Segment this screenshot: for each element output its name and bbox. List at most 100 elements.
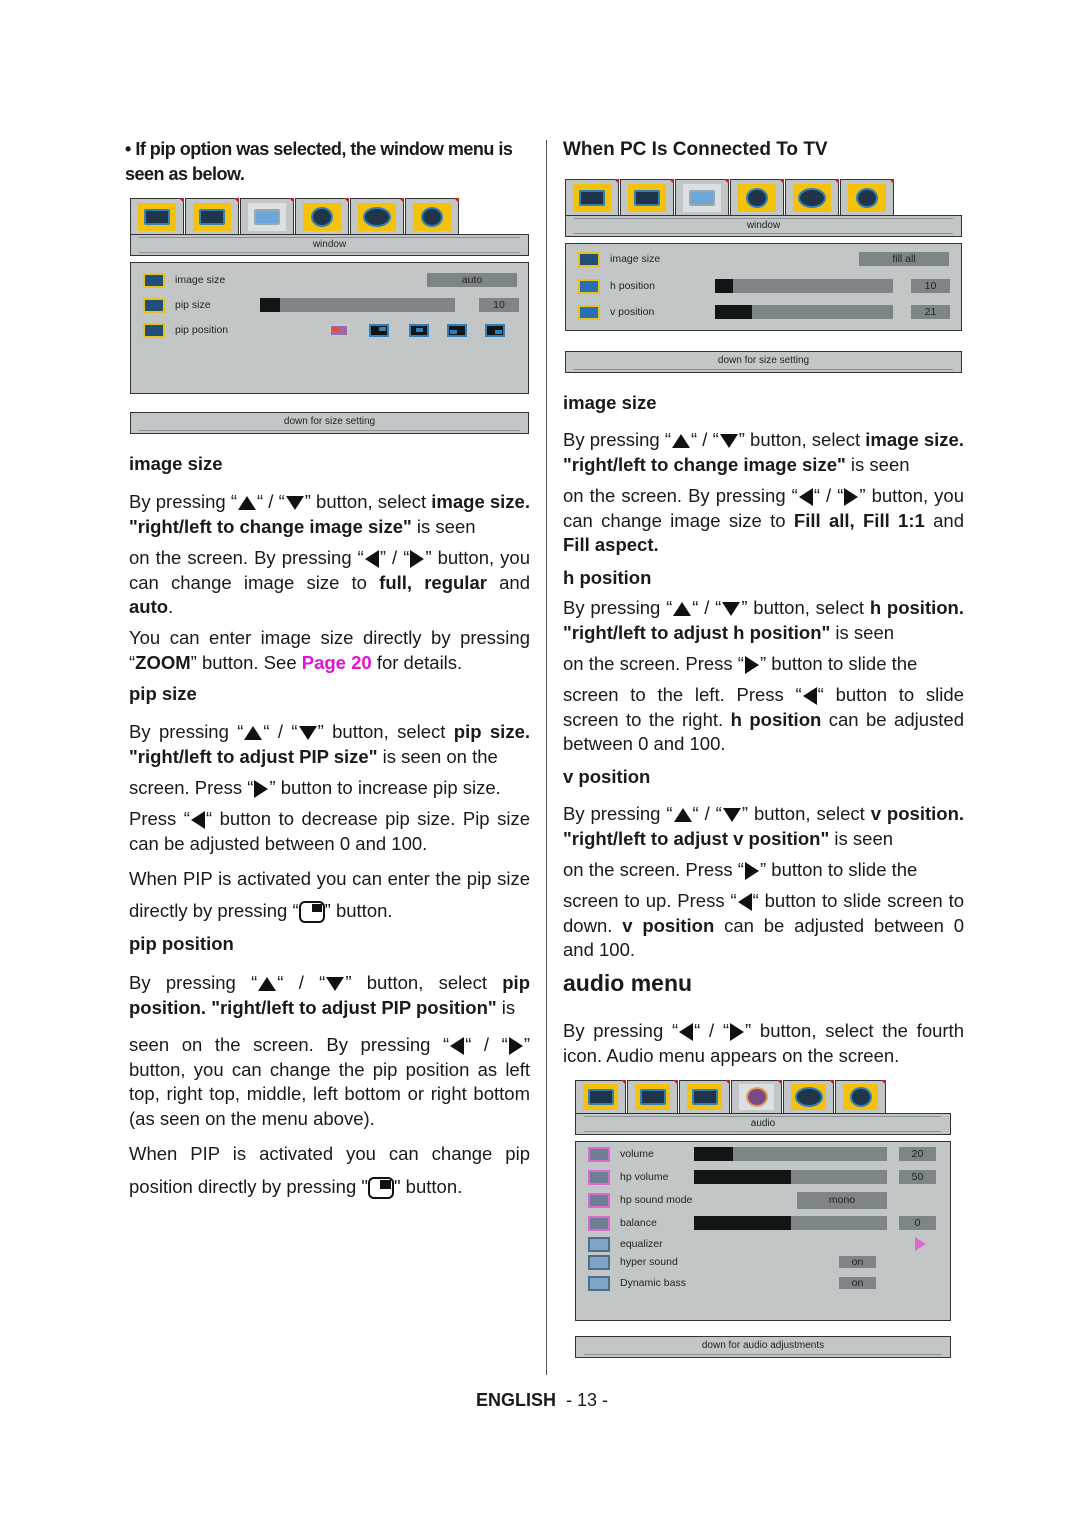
text-run: is seen — [829, 827, 894, 849]
right-arrow-icon — [508, 1037, 523, 1056]
row-label: balance — [620, 1217, 657, 1229]
tab-features[interactable] — [350, 198, 404, 234]
tab-pip[interactable] — [575, 1080, 626, 1113]
text-run: ” button, select — [317, 721, 454, 742]
features-icon — [798, 187, 826, 208]
pip-size-slider[interactable] — [260, 298, 455, 312]
tab-pip[interactable] — [130, 198, 184, 234]
right-arrow-icon — [730, 1023, 745, 1042]
left-arrow-icon — [802, 687, 817, 706]
tab-audio[interactable] — [295, 198, 349, 234]
pip-position-icon — [143, 322, 165, 338]
tab-audio[interactable] — [730, 179, 784, 215]
tab-install[interactable] — [840, 179, 894, 215]
h-position-paragraph-3: screen to the left. Press ““ button to s… — [563, 683, 964, 757]
section-heading-pip-position: pip position — [129, 933, 234, 954]
tab-window[interactable] — [675, 179, 729, 215]
pip-position-left-top[interactable] — [329, 323, 349, 337]
menu-row-pip-size[interactable]: pip size 10 — [131, 296, 528, 314]
section-heading-h-position: h position — [563, 567, 652, 588]
audio-paragraph-1: By pressing ““ / “” button, select the f… — [563, 1019, 964, 1068]
menu-row-image-size[interactable]: image size fill all — [566, 250, 961, 268]
menu-tabs — [565, 179, 962, 215]
text-run: on the screen. Press “ — [563, 859, 744, 880]
text-run: “ / “ — [692, 803, 722, 824]
right-arrow-icon — [254, 780, 269, 799]
text-run: ” button. — [324, 900, 393, 921]
menu-row-image-size[interactable]: image size auto — [131, 271, 528, 289]
section-heading-pip-size: pip size — [129, 683, 197, 704]
hp-sound-mode-value[interactable]: mono — [797, 1191, 887, 1209]
down-arrow-icon — [285, 496, 304, 511]
window-icon — [254, 208, 280, 225]
tab-install[interactable] — [835, 1080, 886, 1113]
menu-row-balance[interactable]: balance 0 — [576, 1214, 950, 1232]
text-run: on the screen. By pressing “ — [129, 547, 364, 568]
text-run: “ / “ — [263, 721, 298, 742]
tab-features[interactable] — [783, 1080, 834, 1113]
v-position-value: 21 — [911, 305, 950, 319]
tab-install[interactable] — [405, 198, 459, 234]
hyper-sound-value[interactable]: on — [839, 1256, 876, 1268]
slider-fill — [694, 1147, 733, 1161]
submenu-arrow-icon[interactable] — [915, 1237, 926, 1251]
pip-size-icon — [143, 297, 165, 313]
pip-position-left-bottom[interactable] — [447, 323, 467, 337]
pc-window-menu: window image size fill all h position 10… — [565, 179, 962, 373]
menu-row-hp-volume[interactable]: hp volume 50 — [576, 1168, 950, 1186]
text-run: “ / “ — [465, 1034, 508, 1055]
up-arrow-icon — [673, 808, 692, 823]
slider-fill — [694, 1216, 791, 1230]
section-heading-image-size: image size — [563, 392, 657, 413]
pip-position-right-bottom[interactable] — [485, 323, 505, 337]
text-run: ” / “ — [379, 547, 410, 568]
menu-row-volume[interactable]: volume 20 — [576, 1145, 950, 1163]
menu-row-v-position[interactable]: v position 21 — [566, 303, 961, 321]
menu-row-equalizer[interactable]: equalizer — [576, 1235, 950, 1253]
h-position-slider[interactable] — [715, 279, 893, 293]
row-label: h position — [610, 280, 655, 292]
equalizer-icon — [588, 1236, 610, 1252]
pip-position-right-top[interactable] — [369, 323, 389, 337]
v-position-slider[interactable] — [715, 305, 893, 319]
menu-row-h-position[interactable]: h position 10 — [566, 277, 961, 295]
balance-slider[interactable] — [694, 1216, 887, 1230]
text-run: By pressing “ — [563, 1020, 679, 1041]
pip-size-button-icon — [298, 901, 325, 924]
volume-slider[interactable] — [694, 1147, 887, 1161]
page-20-link[interactable]: Page 20 — [302, 652, 372, 673]
tab-pip[interactable] — [565, 179, 619, 215]
tab-screen[interactable] — [620, 179, 674, 215]
hp-volume-slider[interactable] — [694, 1170, 887, 1184]
menu-row-dynamic-bass[interactable]: Dynamic bass on — [576, 1274, 950, 1292]
row-label: pip size — [175, 299, 211, 311]
bold-text: auto — [129, 596, 169, 617]
row-label: hyper sound — [620, 1256, 678, 1268]
tab-screen[interactable] — [185, 198, 239, 234]
up-arrow-icon — [258, 977, 277, 992]
bold-text: full, regular — [379, 571, 487, 593]
slider-fill — [715, 279, 733, 293]
balance-value: 0 — [899, 1216, 936, 1230]
tab-screen[interactable] — [627, 1080, 678, 1113]
pip-size-paragraph-3: Press ““ button to decrease pip size. Pi… — [129, 807, 530, 856]
pip-position-middle[interactable] — [409, 323, 429, 337]
menu-row-hp-sound-mode[interactable]: hp sound mode mono — [576, 1191, 950, 1209]
text-run: is seen — [411, 515, 476, 537]
text-run: on the screen. Press “ — [563, 653, 744, 674]
dynamic-bass-value[interactable]: on — [839, 1277, 876, 1289]
row-label: Dynamic bass — [620, 1277, 686, 1289]
row-label: equalizer — [620, 1238, 663, 1250]
tab-audio[interactable] — [731, 1080, 782, 1113]
tab-window[interactable] — [240, 198, 294, 234]
menu-footer-hint: down for size setting — [565, 351, 962, 373]
volume-value: 20 — [899, 1147, 936, 1161]
picture-in-picture-icon — [144, 208, 170, 225]
tab-window[interactable] — [679, 1080, 730, 1113]
text-run: is seen — [845, 453, 910, 475]
menu-row-pip-position[interactable]: pip position — [131, 321, 528, 339]
left-arrow-icon — [190, 811, 205, 830]
features-icon — [363, 206, 391, 227]
tab-features[interactable] — [785, 179, 839, 215]
menu-row-hyper-sound[interactable]: hyper sound on — [576, 1253, 950, 1271]
